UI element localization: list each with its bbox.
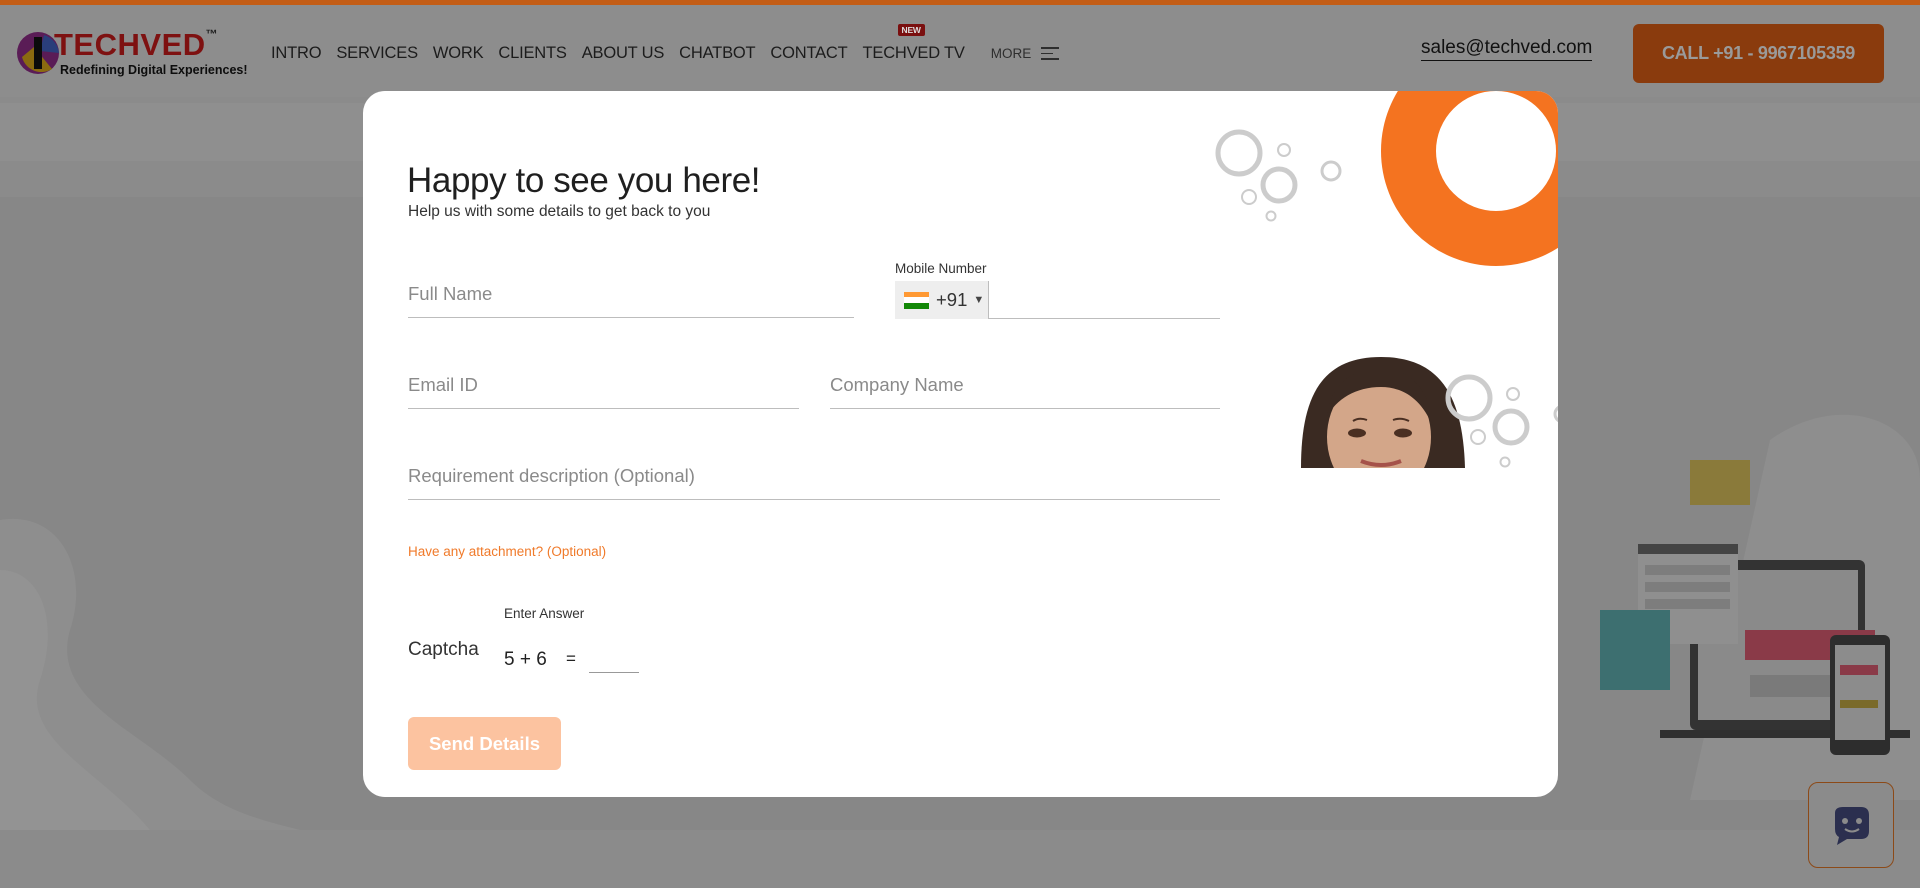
logo-wordmark: TECHVED™ [54, 27, 219, 62]
captcha-answer-field [589, 646, 639, 673]
captcha-equals-sign: = [566, 649, 576, 668]
call-button[interactable]: CALL +91 - 9967105359 [1633, 24, 1884, 83]
main-nav: INTRO SERVICES WORK CLIENTS ABOUT US CHA… [271, 23, 1060, 64]
more-menu-button[interactable]: MORE [991, 43, 1060, 64]
email-field [408, 374, 799, 409]
modal-title: Happy to see you here! [407, 161, 761, 200]
site-header: TECHVED™ Redefining Digital Experiences!… [0, 5, 1920, 97]
captcha-label: Captcha [408, 639, 479, 660]
full-name-input[interactable] [408, 283, 854, 305]
captcha-answer-label: Enter Answer [504, 606, 585, 621]
full-name-field [408, 283, 854, 318]
captcha-answer-input[interactable] [589, 646, 639, 672]
country-code-value: +91 [936, 289, 968, 310]
company-name-field [830, 374, 1220, 409]
nav-item-about-us[interactable]: ABOUT US [582, 44, 665, 63]
nav-item-label: TECHVED TV [862, 43, 965, 62]
nav-item-clients[interactable]: CLIENTS [498, 44, 566, 63]
nav-item-services[interactable]: SERVICES [336, 44, 418, 63]
mobile-number-field: +91 ▼ [895, 281, 1220, 319]
new-badge: NEW [897, 23, 925, 36]
requirement-field [408, 465, 1220, 500]
more-label: MORE [990, 45, 1032, 61]
mobile-number-input[interactable] [995, 287, 1215, 309]
nav-item-contact[interactable]: CONTACT [770, 44, 847, 63]
chatbot-icon [1835, 807, 1869, 845]
menu-icon [1041, 43, 1060, 64]
email-input[interactable] [408, 374, 799, 396]
requirement-input[interactable] [408, 465, 1220, 487]
chatbot-launcher[interactable] [1808, 782, 1894, 868]
modal-subtitle: Help us with some details to get back to… [408, 203, 711, 220]
mobile-number-label: Mobile Number [895, 261, 987, 276]
captcha-question: 5 + 6 [504, 649, 547, 670]
company-name-input[interactable] [830, 374, 1220, 396]
site-logo[interactable]: TECHVED™ Redefining Digital Experiences! [14, 23, 248, 83]
nav-item-chatbot[interactable]: CHATBOT [679, 44, 755, 63]
nav-item-work[interactable]: WORK [433, 44, 484, 63]
chevron-down-icon: ▼ [973, 294, 985, 306]
devices-illustration [1600, 414, 1920, 800]
orange-ring-decoration [1381, 91, 1558, 266]
bubbles-decoration [1215, 129, 1342, 222]
send-details-button[interactable]: Send Details [408, 717, 561, 770]
support-agent-image [1301, 357, 1465, 468]
nav-item-techved-tv[interactable]: NEW TECHVED TV [862, 23, 965, 63]
india-flag-icon [904, 291, 929, 309]
background-wave-decoration [0, 518, 300, 830]
sales-email-link[interactable]: sales@techved.com [1421, 37, 1593, 61]
nav-item-intro[interactable]: INTRO [271, 44, 322, 63]
country-code-select[interactable]: +91 ▼ [895, 281, 989, 319]
contact-modal: Happy to see you here! Help us with some… [363, 91, 1558, 797]
logo-tagline: Redefining Digital Experiences! [60, 63, 248, 77]
attachment-link[interactable]: Have any attachment? (Optional) [408, 544, 606, 559]
bubbles-decoration-small [1445, 374, 1558, 468]
